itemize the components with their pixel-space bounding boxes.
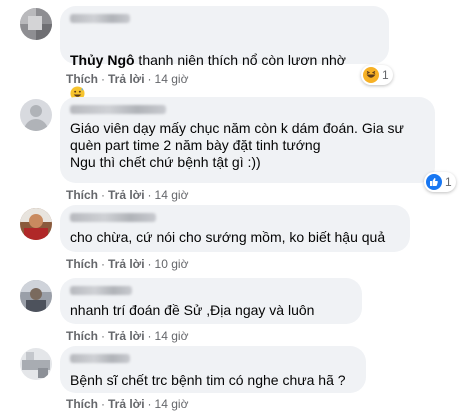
comment-bubble: nhanh trí đoán đề Sử ,Địa ngay và luôn: [60, 278, 362, 324]
comment-4: nhanh trí đoán đề Sử ,Địa ngay và luôn T…: [0, 274, 463, 343]
separator: ·: [147, 397, 152, 411]
commenter-name[interactable]: [70, 14, 130, 23]
separator: ·: [147, 329, 152, 343]
separator: ·: [101, 257, 105, 271]
comment-bubble: Thủy Ngô thanh niên thích nổ còn lươn nh…: [60, 6, 389, 101]
comment-bubble: Giáo viên dạy mấy chục năm còn k dám đoá…: [60, 97, 435, 183]
reaction-summary[interactable]: 1: [424, 172, 456, 192]
haha-emoji-icon: [363, 67, 379, 83]
reply-button[interactable]: Trả lời: [108, 329, 145, 343]
comment-text: Bệnh sĩ chết trc bệnh tim có nghe chưa h…: [70, 372, 346, 388]
comment-actions: Thích · Trả lời · 14 giờ: [66, 72, 188, 86]
reply-button[interactable]: Trả lời: [108, 397, 145, 411]
reaction-summary[interactable]: 1: [361, 65, 393, 85]
mention-link[interactable]: Thủy Ngô: [70, 52, 135, 68]
comment-time[interactable]: 14 giờ: [155, 397, 189, 411]
avatar[interactable]: [20, 208, 52, 240]
comment-bubble: Bệnh sĩ chết trc bệnh tim có nghe chưa h…: [60, 346, 366, 393]
comment-actions: Thích · Trả lời · 14 giờ: [66, 397, 188, 411]
like-button[interactable]: Thích: [66, 257, 98, 271]
comment-5: Bệnh sĩ chết trc bệnh tim có nghe chưa h…: [0, 342, 463, 411]
like-button[interactable]: Thích: [66, 329, 98, 343]
comment-text: cho chừa, cứ nói cho sướng mồm, ko biết …: [70, 229, 386, 245]
separator: ·: [101, 329, 105, 343]
comment-actions: Thích · Trả lời · 14 giờ: [66, 329, 188, 343]
reply-button[interactable]: Trả lời: [108, 257, 145, 271]
commenter-name[interactable]: [70, 105, 166, 114]
like-button[interactable]: Thích: [66, 397, 98, 411]
comment-actions: Thích · Trả lời · 10 giờ: [66, 257, 188, 271]
comment-3: cho chừa, cứ nói cho sướng mồm, ko biết …: [0, 200, 463, 274]
reaction-count: 1: [382, 68, 389, 82]
comment-text: Giáo viên dạy mấy chục năm còn k dám đoá…: [70, 120, 404, 170]
separator: ·: [101, 72, 105, 86]
like-thumb-icon: [426, 174, 442, 190]
reaction-count: 1: [445, 175, 452, 189]
comment-time[interactable]: 10 giờ: [155, 257, 189, 271]
avatar[interactable]: [20, 280, 52, 312]
like-button[interactable]: Thích: [66, 72, 98, 86]
avatar[interactable]: [20, 99, 52, 131]
reply-button[interactable]: Trả lời: [108, 72, 145, 86]
comment-1: Thủy Ngô thanh niên thích nổ còn lươn nh…: [0, 0, 463, 101]
commenter-name[interactable]: [70, 354, 130, 363]
comment-2: Giáo viên dạy mấy chục năm còn k dám đoá…: [0, 92, 463, 202]
separator: ·: [147, 257, 152, 271]
separator: ·: [101, 397, 105, 411]
comment-time[interactable]: 14 giờ: [155, 329, 189, 343]
avatar[interactable]: [20, 348, 52, 380]
commenter-name[interactable]: [70, 286, 132, 295]
comment-text: nhanh trí đoán đề Sử ,Địa ngay và luôn: [70, 302, 315, 318]
comment-time[interactable]: 14 giờ: [155, 72, 189, 86]
commenter-name[interactable]: [70, 213, 156, 222]
comment-bubble: cho chừa, cứ nói cho sướng mồm, ko biết …: [60, 205, 410, 252]
avatar[interactable]: [20, 8, 52, 40]
separator: ·: [147, 72, 152, 86]
